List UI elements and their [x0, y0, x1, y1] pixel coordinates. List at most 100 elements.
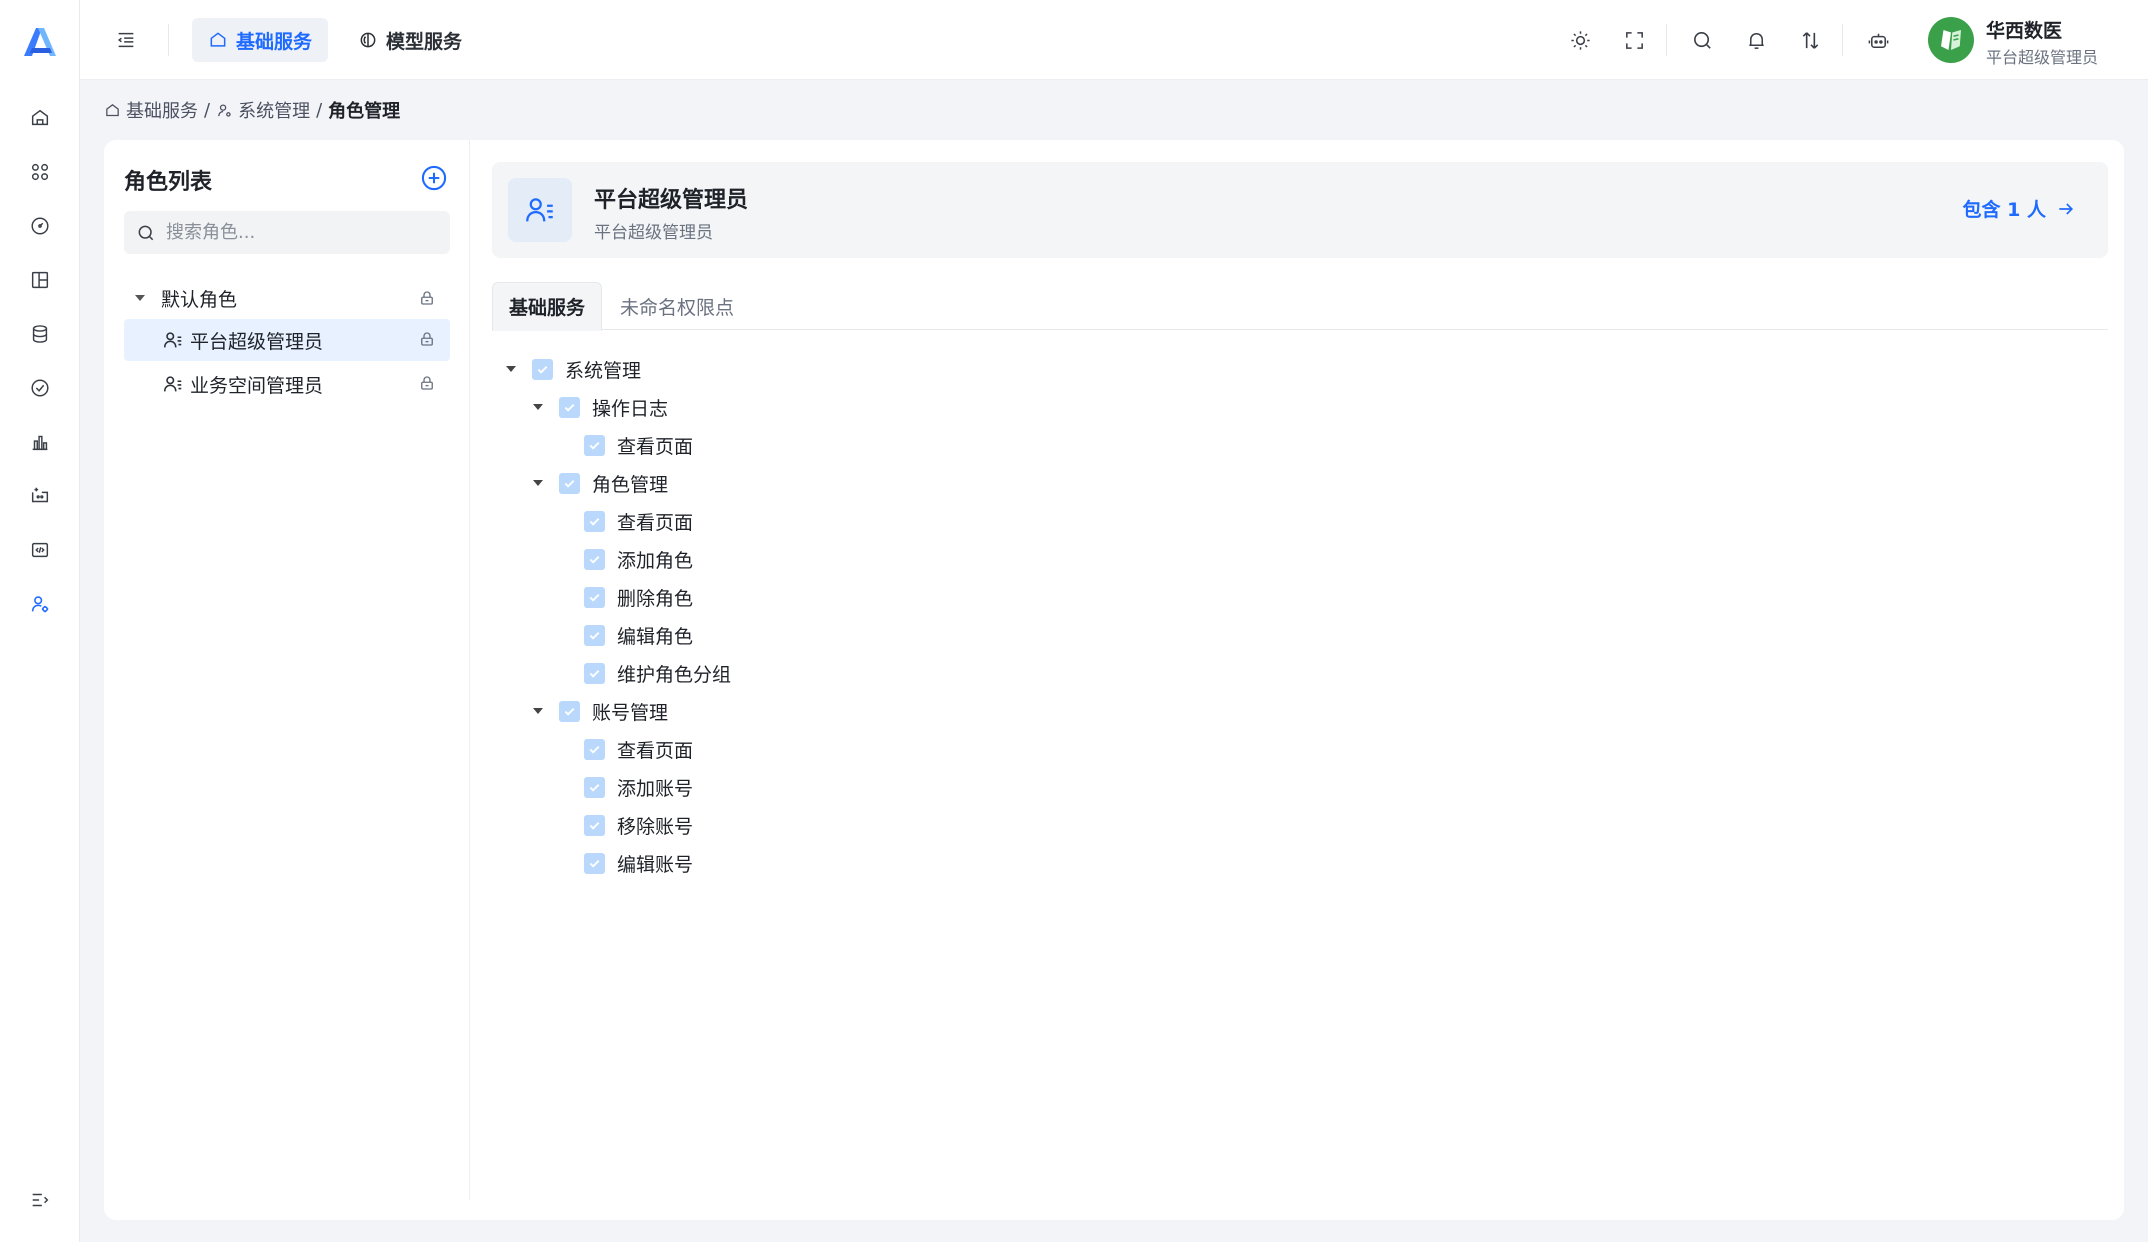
breadcrumb-separator: /: [316, 99, 323, 121]
check-icon: [589, 745, 600, 754]
divider: [1666, 24, 1667, 56]
bar-chart-icon[interactable]: [20, 422, 60, 462]
lock-icon: [421, 376, 433, 390]
divider: [1842, 24, 1843, 56]
search-icon[interactable]: [1684, 22, 1720, 58]
breadcrumb-current: 角色管理: [328, 101, 401, 122]
check-icon: [564, 479, 575, 488]
apps-icon[interactable]: [20, 152, 60, 192]
role-search-input[interactable]: [166, 222, 426, 243]
perm-root: 系统管理: [504, 352, 641, 386]
perm-label: 添加账号: [617, 777, 694, 800]
bell-icon[interactable]: [1738, 22, 1774, 58]
add-role-icon[interactable]: [420, 164, 448, 192]
user-settings-icon[interactable]: [20, 584, 60, 624]
checkbox[interactable]: [584, 624, 605, 646]
role-list-panel: 角色列表 默认角色 平台超级管理员 业务空间管理员: [104, 140, 470, 1200]
checkbox[interactable]: [584, 776, 605, 798]
perm-item: 查看页面: [584, 732, 693, 766]
checkbox[interactable]: [584, 852, 605, 874]
perm-group: 角色管理: [531, 466, 668, 500]
checkbox[interactable]: [584, 814, 605, 836]
transfer-icon[interactable]: [1792, 22, 1828, 58]
checkbox[interactable]: [532, 358, 553, 380]
fullscreen-icon[interactable]: [1616, 22, 1652, 58]
breadcrumb-separator: /: [204, 99, 211, 121]
perm-label: 角色管理: [592, 473, 669, 496]
dashboard-icon[interactable]: [20, 206, 60, 246]
user-name[interactable]: 华西数医: [1986, 16, 2062, 43]
tab-unnamed-permissions[interactable]: 未命名权限点: [604, 282, 750, 330]
user-list-icon: [163, 376, 182, 392]
checkbox[interactable]: [559, 472, 580, 494]
checkbox[interactable]: [584, 434, 605, 456]
perm-label: 账号管理: [592, 701, 669, 724]
role-title: 平台超级管理员: [594, 188, 749, 213]
caret-down-icon[interactable]: [531, 704, 545, 718]
arrow-right-icon: [2059, 202, 2074, 215]
checkbox[interactable]: [584, 662, 605, 684]
perm-label: 查看页面: [617, 435, 694, 458]
perm-group: 操作日志: [531, 390, 668, 424]
top-tab-model-services[interactable]: 模型服务: [342, 18, 478, 62]
checkbox[interactable]: [584, 548, 605, 570]
caret-down-icon[interactable]: [504, 362, 518, 376]
check-icon: [564, 403, 575, 412]
perm-label: 维护角色分组: [617, 663, 732, 686]
ticket-icon[interactable]: [20, 476, 60, 516]
members-link[interactable]: 包含 1 人: [1963, 195, 2076, 222]
top-tab-basic-services[interactable]: 基础服务: [192, 18, 329, 62]
checkbox[interactable]: [559, 700, 580, 722]
role-group-label: 默认角色: [161, 288, 238, 311]
check-icon: [564, 707, 575, 716]
theme-toggle-icon[interactable]: [1562, 22, 1598, 58]
lock-icon: [421, 291, 433, 305]
caret-down-icon[interactable]: [133, 291, 147, 305]
check-circle-icon[interactable]: [20, 368, 60, 408]
role-item[interactable]: 平台超级管理员: [124, 319, 450, 361]
perm-item: 移除账号: [584, 808, 693, 842]
perm-label: 编辑账号: [617, 853, 694, 876]
role-item[interactable]: 业务空间管理员: [124, 363, 450, 405]
perm-item: 查看页面: [584, 504, 693, 538]
search-icon: [138, 225, 154, 240]
perm-label: 移除账号: [617, 815, 694, 838]
robot-icon[interactable]: [1860, 22, 1896, 58]
checkbox[interactable]: [584, 586, 605, 608]
permission-tabs: 基础服务 未命名权限点: [492, 282, 2108, 331]
checkbox[interactable]: [559, 396, 580, 418]
breadcrumb-item[interactable]: 系统管理: [216, 97, 310, 123]
checkbox[interactable]: [584, 738, 605, 760]
check-icon: [589, 631, 600, 640]
brain-icon: [360, 32, 376, 48]
check-icon: [589, 517, 600, 526]
breadcrumb-label: 系统管理: [238, 101, 311, 122]
tab-basic-services[interactable]: 基础服务: [492, 282, 603, 331]
caret-down-icon[interactable]: [531, 476, 545, 490]
perm-item: 维护角色分组: [584, 656, 731, 690]
expand-sidebar-icon[interactable]: [20, 1180, 60, 1220]
app-logo[interactable]: [20, 22, 60, 62]
top-tab-label: 基础服务: [236, 30, 313, 53]
perm-label: 删除角色: [617, 587, 694, 610]
check-icon: [589, 593, 600, 602]
check-icon: [589, 555, 600, 564]
perm-item: 编辑账号: [584, 846, 693, 880]
perm-item: 查看页面: [584, 428, 693, 462]
caret-down-icon[interactable]: [531, 400, 545, 414]
avatar[interactable]: [1928, 17, 1974, 63]
perm-group: 账号管理: [531, 694, 668, 728]
layout-icon[interactable]: [20, 260, 60, 300]
code-icon[interactable]: [20, 530, 60, 570]
home-icon[interactable]: [20, 98, 60, 138]
perm-label: 查看页面: [617, 511, 694, 534]
perm-item: 添加角色: [584, 542, 693, 576]
database-icon[interactable]: [20, 314, 60, 354]
role-group[interactable]: 默认角色: [124, 278, 450, 318]
home-icon: [210, 32, 226, 47]
collapse-menu-icon[interactable]: [108, 22, 144, 58]
breadcrumb-item[interactable]: 基础服务: [104, 97, 198, 123]
role-header: 平台超级管理员 平台超级管理员 包含 1 人: [492, 162, 2108, 258]
perm-label: 编辑角色: [617, 625, 694, 648]
checkbox[interactable]: [584, 510, 605, 532]
